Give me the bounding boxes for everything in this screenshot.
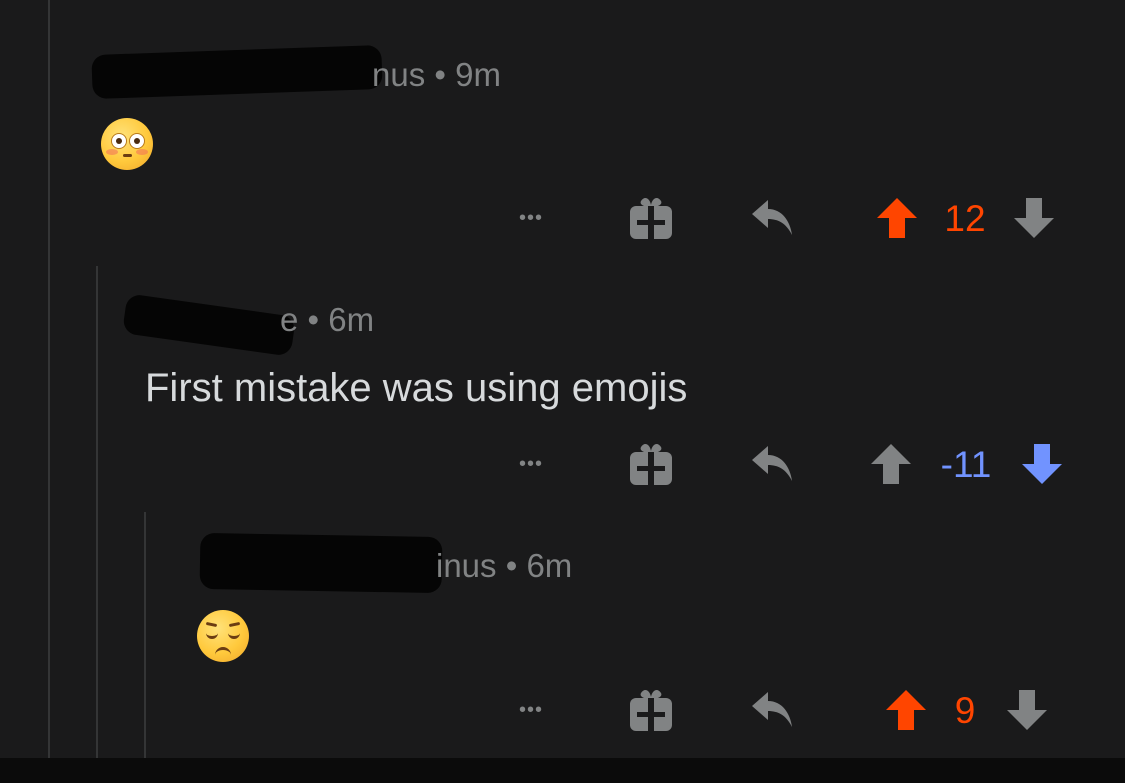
more-options-button[interactable]: ••• [506,690,556,730]
downvote-button[interactable] [1020,442,1064,486]
more-options-button[interactable]: ••• [506,198,556,238]
comment-meta: e • 6m [122,293,375,357]
vote-score: 9 [954,690,976,731]
comment-timestamp: 9m [455,56,501,93]
reply-button[interactable] [748,687,796,733]
downvote-icon [1022,444,1062,484]
reply-button[interactable] [748,195,796,241]
award-button[interactable] [627,439,675,489]
vote-score: -11 [940,444,992,485]
comment-author[interactable]: nus [372,56,425,93]
more-icon: ••• [518,206,543,229]
gift-icon [630,690,672,731]
reply-icon [752,446,792,481]
upvote-icon [886,690,926,730]
meta-separator: • [307,301,320,338]
pensive-face-emoji [197,610,249,662]
gift-icon [630,198,672,239]
more-options-button[interactable]: ••• [506,444,556,484]
thread-line-level-3[interactable] [144,512,146,758]
more-icon: ••• [518,698,543,721]
redacted-username [199,532,443,594]
vote-score: 12 [944,198,986,239]
award-button[interactable] [627,193,675,243]
comment-thread: nus • 9m ••• 12 e • 6m First mistake was… [0,0,1125,758]
redacted-username [91,44,383,100]
comment-author[interactable]: inus [436,547,497,584]
reply-button[interactable] [748,441,796,487]
comment-timestamp: 6m [526,547,573,584]
comment-meta: nus • 9m [91,44,501,100]
downvote-icon [1007,690,1047,730]
upvote-button[interactable] [869,442,913,486]
thread-line-level-2[interactable] [96,266,98,758]
comment-meta: inus • 6m [192,532,573,594]
comment-author[interactable]: e [280,301,298,338]
reply-icon [752,200,792,235]
upvote-button[interactable] [875,196,919,240]
reply-icon [752,692,792,727]
upvote-button[interactable] [884,688,928,732]
redacted-username [122,293,296,357]
more-icon: ••• [518,452,543,475]
downvote-button[interactable] [1012,196,1056,240]
downvote-icon [1014,198,1054,238]
comment-timestamp: 6m [328,301,375,338]
gift-icon [630,444,672,485]
meta-separator: • [505,547,518,584]
comment-body: First mistake was using emojis [145,366,688,410]
flushed-face-emoji [101,118,153,170]
downvote-button[interactable] [1005,688,1049,732]
upvote-icon [871,444,911,484]
bottom-bar [0,758,1125,783]
upvote-icon [877,198,917,238]
award-button[interactable] [627,685,675,735]
meta-separator: • [434,56,446,93]
thread-line-level-1[interactable] [48,0,50,758]
